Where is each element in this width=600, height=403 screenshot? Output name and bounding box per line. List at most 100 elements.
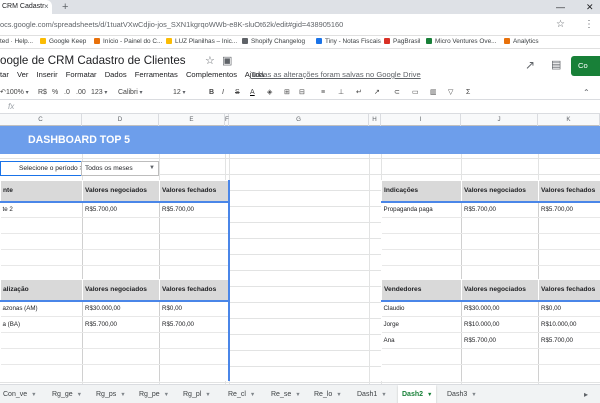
table-cell[interactable]: azonas (AM): [0, 300, 83, 317]
currency-button[interactable]: R$: [38, 86, 47, 99]
sheet-tab-active[interactable]: Dash2 ▼: [398, 385, 437, 403]
align-vertical-icon[interactable]: ⊥: [338, 86, 344, 99]
bookmark-item[interactable]: PagBrasil: [384, 36, 420, 48]
menu-item-insert[interactable]: Inserir: [37, 70, 58, 79]
menu-item-file[interactable]: tar: [0, 70, 9, 79]
table-cell[interactable]: [381, 348, 462, 365]
collapse-menus-icon[interactable]: ⌃: [583, 88, 590, 97]
column-header[interactable]: G: [229, 114, 369, 126]
insert-comment-icon[interactable]: ▭: [412, 86, 419, 99]
menu-item-view[interactable]: Ver: [17, 70, 28, 79]
sheet-tab[interactable]: Con_ve ▼: [3, 385, 37, 403]
table-cell[interactable]: [159, 332, 230, 349]
sheet-grid[interactable]: DASHBOARD TOP 5 Selecione o período > To…: [0, 126, 600, 384]
zoom-select[interactable]: 100%: [6, 86, 29, 100]
strikethrough-button[interactable]: S: [235, 86, 240, 99]
borders-icon[interactable]: ⊞: [284, 86, 290, 99]
menu-item-tools[interactable]: Ferramentas: [135, 70, 178, 79]
bookmark-item[interactable]: Google Keep: [40, 36, 86, 48]
comments-icon[interactable]: ▤: [551, 58, 561, 71]
table-cell[interactable]: [461, 233, 539, 250]
url-field[interactable]: ocs.google.com/spreadsheets/d/1tuatVXwCd…: [0, 18, 540, 32]
menu-item-addons[interactable]: Complementos: [186, 70, 237, 79]
table-cell[interactable]: R$5.700,00: [461, 332, 539, 349]
table-cell[interactable]: R$0,00: [159, 300, 230, 317]
table-cell[interactable]: R$5.700,00: [538, 332, 600, 349]
font-select[interactable]: Calibri: [118, 86, 143, 100]
menu-item-data[interactable]: Dados: [105, 70, 127, 79]
number-format-select[interactable]: 123: [91, 86, 107, 100]
table-cell[interactable]: R$5.700,00: [538, 201, 600, 218]
increase-decimal-button[interactable]: .00: [76, 86, 86, 99]
table-cell[interactable]: R$5.700,00: [461, 201, 539, 218]
column-header[interactable]: H: [369, 114, 381, 126]
table-cell[interactable]: R$5.700,00: [159, 201, 230, 218]
italic-button[interactable]: I: [222, 86, 224, 99]
column-header[interactable]: E: [159, 114, 225, 126]
table-cell[interactable]: [82, 249, 160, 266]
table-cell[interactable]: [82, 348, 160, 365]
new-tab-icon[interactable]: +: [62, 0, 68, 14]
table-cell[interactable]: Claudio: [381, 300, 462, 317]
insert-chart-icon[interactable]: ▥: [430, 86, 437, 99]
table-cell[interactable]: te 2: [0, 201, 83, 218]
table-cell[interactable]: [159, 217, 230, 234]
sheet-tab[interactable]: Re_se ▼: [271, 385, 301, 403]
table-cell[interactable]: [0, 233, 83, 250]
column-header[interactable]: I: [381, 114, 461, 126]
table-cell[interactable]: R$30.000,00: [82, 300, 160, 317]
percent-button[interactable]: %: [52, 86, 58, 99]
table-cell[interactable]: [381, 364, 462, 381]
bookmark-item[interactable]: Tiny - Notas Fiscais: [316, 36, 381, 48]
sheet-tab[interactable]: Rg_ps ▼: [96, 385, 126, 403]
document-title[interactable]: oogle de CRM Cadastro de Clientes: [0, 54, 186, 68]
table-cell[interactable]: [461, 249, 539, 266]
table-cell[interactable]: a (BA): [0, 316, 83, 333]
bookmark-item[interactable]: Shopify Changelog: [242, 36, 305, 48]
fill-color-icon[interactable]: ◈: [267, 86, 272, 99]
bookmark-item[interactable]: Micro Ventures Ove...: [426, 36, 496, 48]
table-cell[interactable]: [538, 348, 600, 365]
bookmark-item[interactable]: Início - Painel do C...: [94, 36, 162, 48]
table-cell[interactable]: [82, 332, 160, 349]
table-cell[interactable]: [461, 217, 539, 234]
table-cell[interactable]: R$5.700,00: [82, 316, 160, 333]
table-cell[interactable]: [381, 217, 462, 234]
sheet-tab[interactable]: Rg_ge ▼: [52, 385, 82, 403]
table-cell[interactable]: Ana: [381, 332, 462, 349]
undo-icon[interactable]: ↶: [0, 86, 6, 99]
move-to-folder-icon[interactable]: ▣: [222, 55, 232, 68]
column-header[interactable]: D: [82, 114, 159, 126]
table-cell[interactable]: [0, 364, 83, 381]
column-header[interactable]: K: [538, 114, 600, 126]
table-cell[interactable]: R$5.700,00: [82, 201, 160, 218]
bookmark-star-icon[interactable]: ☆: [556, 18, 565, 32]
table-cell[interactable]: R$30.000,00: [461, 300, 539, 317]
decrease-decimal-button[interactable]: .0: [64, 86, 70, 99]
column-header[interactable]: C: [0, 114, 82, 126]
table-cell[interactable]: [159, 233, 230, 250]
insert-link-icon[interactable]: ⊂: [394, 86, 400, 99]
align-horizontal-icon[interactable]: ≡: [321, 86, 325, 99]
table-cell[interactable]: [381, 233, 462, 250]
table-cell[interactable]: [0, 249, 83, 266]
save-status[interactable]: Todas as alterações foram salvas no Goog…: [251, 69, 421, 81]
table-cell[interactable]: R$10.000,00: [461, 316, 539, 333]
sheet-tab[interactable]: Dash3 ▼: [447, 385, 477, 403]
table-cell[interactable]: Jorge: [381, 316, 462, 333]
table-cell[interactable]: Propaganda paga: [381, 201, 462, 218]
text-rotation-icon[interactable]: ↗: [374, 86, 380, 99]
table-cell[interactable]: [538, 233, 600, 250]
sheet-tab[interactable]: Dash1 ▼: [357, 385, 387, 403]
table-cell[interactable]: [82, 233, 160, 250]
column-header[interactable]: J: [461, 114, 538, 126]
sheet-tab[interactable]: Re_cl ▼: [228, 385, 255, 403]
table-cell[interactable]: [0, 217, 83, 234]
close-tab-icon[interactable]: ×: [44, 0, 49, 14]
table-cell[interactable]: R$0,00: [538, 300, 600, 317]
table-cell[interactable]: [0, 332, 83, 349]
table-cell[interactable]: [538, 249, 600, 266]
text-wrap-icon[interactable]: ↵: [356, 86, 362, 99]
table-cell[interactable]: R$5.700,00: [159, 316, 230, 333]
table-cell[interactable]: [461, 364, 539, 381]
